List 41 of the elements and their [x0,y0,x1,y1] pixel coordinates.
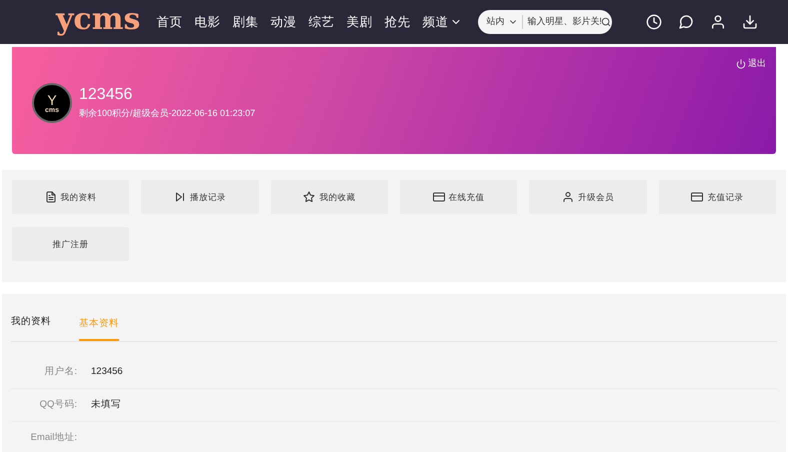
nav-link[interactable]: 首页 [156,12,182,32]
skip-icon [174,191,186,203]
menu-button[interactable]: 充值记录 [658,180,776,214]
avatar-letter: Y [47,92,57,106]
document-icon [44,191,57,203]
chat-icon[interactable] [678,14,694,30]
search-icon[interactable] [601,17,612,27]
nav-link[interactable]: 美剧 [346,12,372,32]
menu-button[interactable]: 升级会员 [529,180,647,214]
menu-button[interactable]: 在线充值 [400,180,518,214]
menu-button[interactable]: 我的收藏 [270,180,388,214]
download-icon[interactable] [742,14,758,30]
field-label: Email地址: [30,431,77,446]
menu-button[interactable]: 推广注册 [12,227,130,261]
field-label: 用户名: [43,364,77,379]
username: 123456 [79,85,134,106]
card-icon [432,191,445,203]
scope-dropdown[interactable]: 站内 [486,15,524,29]
menu-button[interactable]: 我的资料 [12,180,130,214]
star-icon [303,191,316,203]
search-field[interactable]: 站内 输入明星、影片关! [478,10,612,34]
logo[interactable]: ycms [56,5,140,35]
clock-icon[interactable] [646,14,662,30]
power-icon [736,58,746,69]
search-input[interactable]: 输入明星、影片关! [523,15,602,29]
nav-link[interactable]: 综艺 [308,12,334,32]
nav-link[interactable]: 频道 [422,12,462,32]
nav-link[interactable]: 电影 [194,12,220,32]
user-icon [562,191,574,203]
field-value: 未填写 [91,398,121,412]
section-title: 我的资料 [11,314,51,329]
user-icon[interactable] [710,14,726,30]
nav-link[interactable]: 抢先 [384,12,410,32]
card-icon [691,191,704,203]
logout-button[interactable]: 退出 [736,57,766,70]
member-info: 剩余100积分/超级会员-2022-06-16 01:23:07 [79,107,256,120]
field-label: QQ号码: [38,398,77,412]
field-value: 123456 [91,364,123,379]
nav-link[interactable]: 动漫 [270,12,296,32]
nav-link[interactable]: 剧集 [232,12,258,32]
menu-button[interactable]: 播放记录 [141,180,259,214]
